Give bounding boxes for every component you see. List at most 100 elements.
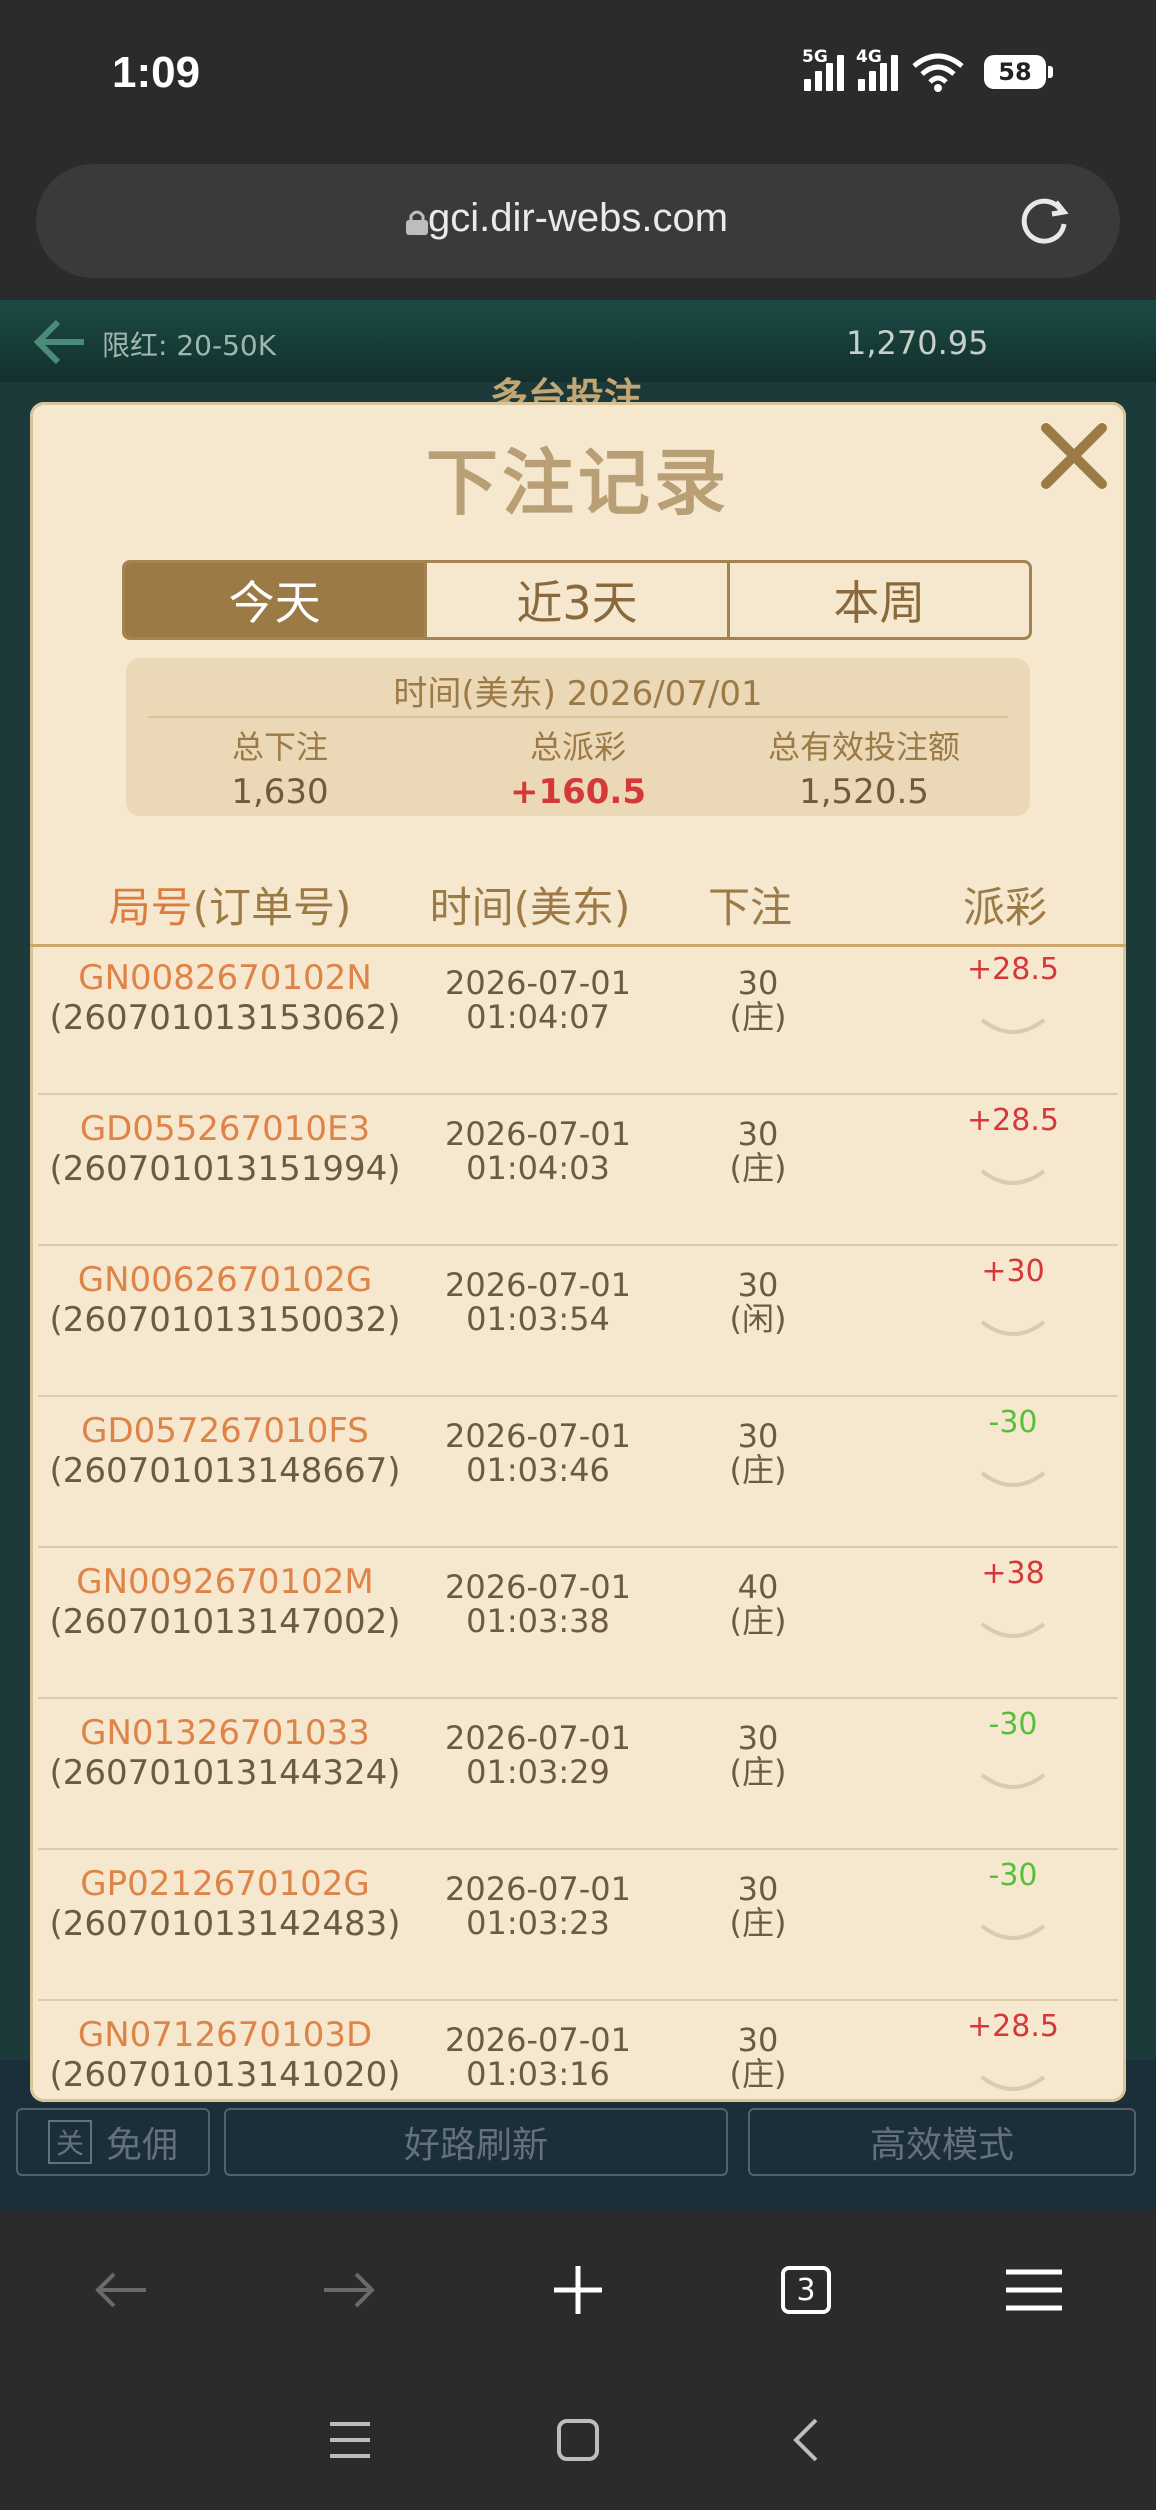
system-nav-bar <box>0 2370 1156 2510</box>
payout-value: +38 <box>981 1556 1045 1591</box>
round-code: GN0082670102N <box>78 958 372 998</box>
chevron-down-icon[interactable] <box>978 1920 1048 1946</box>
header-order-label: (订单号) <box>192 883 352 932</box>
forward-arrow-icon <box>324 2272 375 2308</box>
table-row[interactable]: GN01326701033 (260701013144324) 2026-07-01… <box>38 1699 1118 1850</box>
header-round-id: 局号(订单号) <box>80 874 380 935</box>
tab-this-week[interactable]: 本周 <box>730 563 1029 637</box>
back-arrow-icon[interactable] <box>30 314 90 370</box>
order-number: (260701013144324) <box>49 1753 401 1793</box>
tab-count: 3 <box>781 2266 831 2314</box>
status-icons: 5G 4G 58 <box>802 47 1053 92</box>
bet-clock: 01:03:38 <box>466 1602 610 1640</box>
bet-date: 2026-07-01 <box>445 964 631 1002</box>
bet-clock: 01:03:29 <box>466 1753 610 1791</box>
close-icon[interactable] <box>1036 418 1112 494</box>
total-valid-value: 1,520.5 <box>799 772 929 812</box>
round-code: GD055267010E3 <box>79 1109 371 1149</box>
payout-value: -30 <box>988 1707 1038 1742</box>
table-row[interactable]: GD055267010E3 (260701013151994) 2026-07-01… <box>38 1095 1118 1246</box>
chevron-down-icon[interactable] <box>978 2071 1048 2097</box>
back-arrow-icon <box>95 2272 146 2308</box>
recents-icon[interactable] <box>328 2420 372 2460</box>
chevron-down-icon[interactable] <box>978 1316 1048 1342</box>
round-id-cell: GN0092670102M (260701013147002) <box>38 1562 412 1642</box>
round-id-cell: GN0712670103D (260701013141020) <box>38 2015 412 2095</box>
browser-toolbar: 3 <box>0 2210 1156 2370</box>
home-icon[interactable] <box>556 2418 600 2462</box>
bet-clock: 01:04:07 <box>466 998 610 1036</box>
signal-4g-icon: 4G <box>856 47 898 91</box>
url-text[interactable]: gci.dir-webs.com <box>36 196 1120 241</box>
bet-side: (庄) <box>729 1451 787 1489</box>
header-payout: 派彩 <box>962 883 1047 932</box>
back-button[interactable] <box>86 2254 158 2326</box>
forward-button[interactable] <box>312 2254 384 2326</box>
table-row[interactable]: GN0092670102M (260701013147002) 2026-07-01… <box>38 1548 1118 1699</box>
bet-amount: 30 <box>737 2021 779 2059</box>
payout-value: +28.5 <box>967 952 1059 987</box>
round-code: GP0212670102G <box>80 1864 370 1904</box>
payout-value: +28.5 <box>967 2009 1059 2044</box>
new-tab-button[interactable] <box>542 2254 614 2326</box>
bet-cell: 30 (庄) <box>688 1419 828 1487</box>
menu-button[interactable] <box>998 2254 1070 2326</box>
payout-value: -30 <box>988 1405 1038 1440</box>
round-code: GN01326701033 <box>80 1713 370 1753</box>
chevron-down-icon[interactable] <box>978 1769 1048 1795</box>
chevron-down-icon[interactable] <box>978 1467 1048 1493</box>
modal-title: 下注记录 <box>425 441 730 525</box>
payout-value: +28.5 <box>967 1103 1059 1138</box>
table-row[interactable]: GN0062670102G (260701013150032) 2026-07-01… <box>38 1246 1118 1397</box>
bet-date: 2026-07-01 <box>445 1719 631 1757</box>
free-commission-label: 免佣 <box>106 2125 179 2166</box>
bet-limit: 限红: 20-50K <box>102 329 277 362</box>
summary-divider <box>148 716 1008 718</box>
header-round-label: 局号 <box>108 883 193 932</box>
good-road-refresh-button[interactable]: 好路刷新 <box>224 2108 728 2176</box>
chevron-down-icon[interactable] <box>978 1618 1048 1644</box>
time-cell: 2026-07-01 01:04:07 <box>422 966 654 1034</box>
bet-cell: 30 (庄) <box>688 1117 828 1185</box>
round-id-cell: GN0062670102G (260701013150032) <box>38 1260 412 1340</box>
bet-cell: 30 (庄) <box>688 966 828 1034</box>
summary-total-bet: 总下注 1,630 <box>130 722 430 812</box>
chevron-down-icon[interactable] <box>978 1014 1048 1040</box>
system-back-icon[interactable] <box>790 2416 820 2464</box>
round-code: GN0062670102G <box>77 1260 373 1300</box>
bet-cell: 30 (闲) <box>688 1268 828 1336</box>
bet-date: 2026-07-01 <box>445 1115 631 1153</box>
bet-amount: 30 <box>737 1266 779 1304</box>
total-bet-label: 总下注 <box>231 728 328 766</box>
bet-cell: 30 (庄) <box>688 1872 828 1940</box>
table-row[interactable]: GP0212670102G (260701013142483) 2026-07-01… <box>38 1850 1118 2001</box>
table-row[interactable]: GN0712670103D (260701013141020) 2026-07-01… <box>38 2001 1118 2102</box>
reload-icon[interactable] <box>1016 194 1072 250</box>
round-code: GN0712670103D <box>77 2015 373 2055</box>
round-code: GD057267010FS <box>81 1411 369 1451</box>
bet-side: (庄) <box>729 1602 787 1640</box>
tab-last-3-days[interactable]: 近3天 <box>427 563 730 637</box>
tabs-button[interactable]: 3 <box>770 2254 842 2326</box>
round-id-cell: GD055267010E3 (260701013151994) <box>38 1109 412 1189</box>
efficient-mode-button[interactable]: 高效模式 <box>748 2108 1136 2176</box>
time-cell: 2026-07-01 01:03:29 <box>422 1721 654 1789</box>
url-bar[interactable]: gci.dir-webs.com <box>36 164 1120 278</box>
signal-5g-icon: 5G <box>802 47 844 91</box>
chevron-down-icon[interactable] <box>978 1165 1048 1191</box>
round-code: GN0092670102M <box>76 1562 374 1602</box>
time-cell: 2026-07-01 01:03:23 <box>422 1872 654 1940</box>
order-number: (260701013151994) <box>49 1149 401 1189</box>
bet-side: (庄) <box>729 998 787 1036</box>
tab-today[interactable]: 今天 <box>125 563 428 637</box>
bet-records-modal: 下注记录 今天 近3天 本周 时间(美东) 2026/07/01 总下注 1,6… <box>30 402 1126 2102</box>
records-list: GN0082670102N (260701013153062) 2026-07-01… <box>30 944 1126 2102</box>
bet-side: (庄) <box>729 1149 787 1187</box>
plus-icon <box>554 2266 602 2314</box>
table-row[interactable]: GN0082670102N (260701013153062) 2026-07-01… <box>38 944 1118 1095</box>
table-row[interactable]: GD057267010FS (260701013148667) 2026-07-01… <box>38 1397 1118 1548</box>
commission-toggle[interactable]: 关 免佣 <box>16 2108 210 2176</box>
round-id-cell: GN01326701033 (260701013144324) <box>38 1713 412 1793</box>
payout-value: -30 <box>988 1858 1038 1893</box>
bet-cell: 30 (庄) <box>688 2023 828 2091</box>
